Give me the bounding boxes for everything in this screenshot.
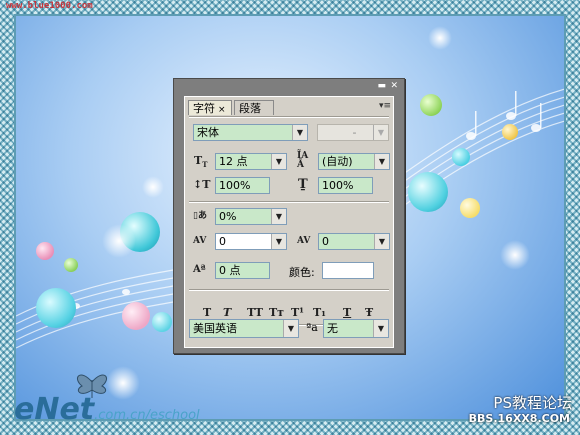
kerning-value: 0: [219, 235, 226, 248]
baseline-shift-icon: Aª: [193, 264, 206, 275]
kerning-select[interactable]: 0 ▼: [215, 233, 287, 250]
forum-title-watermark: PS教程论坛: [493, 394, 572, 412]
tracking-select[interactable]: 0 ▼: [318, 233, 390, 250]
superscript-button[interactable]: T¹: [291, 306, 304, 319]
panel-menu-icon[interactable]: ▾≡: [379, 101, 391, 111]
anti-alias-icon: ªa: [306, 321, 318, 334]
chevron-down-icon[interactable]: ▼: [271, 154, 286, 169]
panel-body: 字符 × 段落 ▾≡ 宋体 ▼ - ▼ TT 12 点 ▼ ĨA Ā (自动) ▼: [184, 96, 394, 348]
tab-close-icon[interactable]: ×: [218, 105, 226, 115]
tab-paragraph[interactable]: 段落: [234, 100, 274, 115]
anti-alias-select[interactable]: 无 ▼: [323, 319, 389, 338]
close-icon[interactable]: ✕: [390, 82, 398, 91]
language-select[interactable]: 美国英语 ▼: [189, 319, 299, 338]
chevron-down-icon[interactable]: ▼: [271, 209, 286, 224]
font-family-value: 宋体: [197, 126, 219, 139]
chevron-down-icon[interactable]: ▼: [283, 320, 298, 337]
baseline-shift-input[interactable]: 0 点: [215, 262, 270, 279]
panel-titlebar[interactable]: ▬ ✕: [174, 79, 404, 95]
leading-select[interactable]: (自动) ▼: [318, 153, 390, 170]
leading-icon: ĨA Ā: [297, 151, 309, 170]
bubble-decoration: [152, 312, 172, 332]
chevron-down-icon[interactable]: ▼: [374, 154, 389, 169]
tsume-icon: ▯あ: [193, 211, 207, 221]
font-size-icon: TT: [194, 154, 208, 170]
section-divider: [189, 201, 389, 203]
color-swatch[interactable]: [322, 262, 374, 279]
vertical-scale-input[interactable]: 100%: [215, 177, 270, 194]
bubble-decoration: [428, 26, 452, 50]
bubble-decoration: [460, 198, 480, 218]
all-caps-button[interactable]: TT: [247, 306, 263, 319]
section-divider: [189, 289, 389, 291]
strikethrough-button[interactable]: Ŧ: [365, 306, 373, 319]
font-size-select[interactable]: 12 点 ▼: [215, 153, 287, 170]
baseline-shift-value: 0 点: [219, 264, 241, 277]
tracking-icon: AV: [297, 236, 311, 246]
faux-italic-button[interactable]: T: [223, 306, 231, 319]
chevron-down-icon: ▼: [373, 125, 388, 140]
bubble-decoration: [102, 224, 136, 258]
enet-logo-site: .com.cn/eschool: [94, 408, 200, 423]
leading-value: (自动): [322, 155, 353, 168]
language-value: 美国英语: [193, 322, 237, 335]
tab-divider: [189, 116, 389, 118]
faux-bold-button[interactable]: T: [203, 306, 211, 319]
enet-logo: eNet.com.cn/eschool: [14, 392, 200, 427]
font-style-value: -: [352, 126, 357, 139]
font-size-value: 12 点: [219, 155, 248, 168]
bubble-decoration: [36, 242, 54, 260]
forum-url-watermark: BBS.16XX8.COM: [468, 412, 570, 425]
bubble-decoration: [64, 258, 78, 272]
minimize-icon[interactable]: ▬: [377, 82, 386, 91]
bubble-decoration: [502, 124, 518, 140]
chevron-down-icon[interactable]: ▼: [373, 320, 388, 337]
font-style-select[interactable]: - ▼: [317, 124, 389, 141]
bubble-decoration: [420, 94, 442, 116]
vertical-scale-value: 100%: [219, 179, 251, 192]
bubble-decoration: [408, 172, 448, 212]
chevron-down-icon[interactable]: ▼: [292, 125, 307, 140]
bubble-decoration: [452, 148, 470, 166]
bubble-decoration: [142, 176, 164, 198]
tracking-value: 0: [322, 235, 329, 248]
subscript-button[interactable]: T₁: [313, 306, 326, 319]
horizontal-scale-icon: Ṯ: [298, 177, 308, 192]
anti-alias-value: 无: [327, 322, 338, 335]
horizontal-scale-input[interactable]: 100%: [318, 177, 373, 194]
underline-button[interactable]: T: [343, 306, 351, 319]
character-panel: ▬ ✕ 字符 × 段落 ▾≡ 宋体 ▼ - ▼ TT 12 点 ▼ ĨA Ā (…: [173, 78, 405, 354]
chevron-down-icon[interactable]: ▼: [374, 234, 389, 249]
tab-character-label: 字符: [193, 102, 215, 115]
kerning-icon: AV: [193, 236, 207, 246]
tsume-select[interactable]: 0% ▼: [215, 208, 287, 225]
enet-logo-mark: eNet: [14, 392, 95, 427]
tab-paragraph-label: 段落: [239, 102, 261, 115]
source-url-watermark: www.blue1000.com: [6, 1, 93, 11]
color-label: 颜色:: [289, 266, 315, 279]
font-family-select[interactable]: 宋体 ▼: [193, 124, 308, 141]
chevron-down-icon[interactable]: ▼: [271, 234, 286, 249]
bubble-decoration: [122, 302, 150, 330]
vertical-scale-icon: ↕T: [193, 178, 211, 191]
tab-character[interactable]: 字符 ×: [188, 100, 232, 115]
bubble-decoration: [500, 240, 530, 270]
small-caps-button[interactable]: Tт: [269, 306, 284, 319]
horizontal-scale-value: 100%: [322, 179, 354, 192]
bubble-decoration: [36, 288, 76, 328]
tsume-value: 0%: [219, 210, 237, 223]
